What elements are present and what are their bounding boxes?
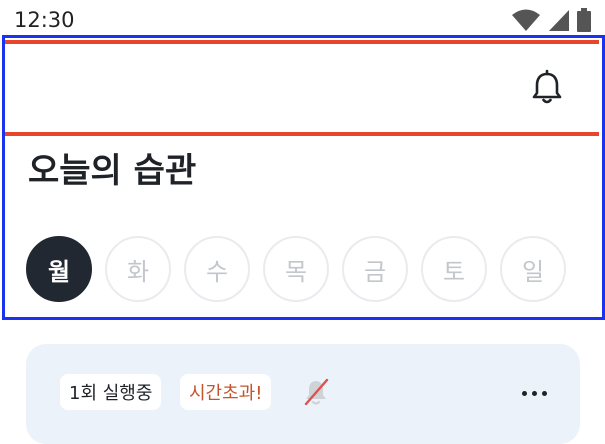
bell-icon[interactable] <box>527 68 567 108</box>
day-sunday[interactable]: 일 <box>500 236 566 302</box>
day-thursday[interactable]: 목 <box>263 236 329 302</box>
day-tuesday[interactable]: 화 <box>105 236 171 302</box>
weekday-selector: 월 화 수 목 금 토 일 <box>26 236 566 302</box>
more-horizontal-icon[interactable] <box>514 378 554 408</box>
day-monday[interactable]: 월 <box>26 236 92 302</box>
status-time: 12:30 <box>14 8 75 32</box>
page-title: 오늘의 습관 <box>28 151 197 191</box>
top-bar-outline <box>5 40 599 136</box>
status-bar: 12:30 <box>0 0 605 36</box>
habit-card[interactable]: 1회 실행중 시간초과! <box>26 344 580 444</box>
run-count-badge: 1회 실행중 <box>60 374 162 410</box>
bell-off-icon <box>304 378 329 406</box>
overtime-badge: 시간초과! <box>180 374 272 410</box>
battery-icon <box>577 8 591 32</box>
day-wednesday[interactable]: 수 <box>184 236 250 302</box>
status-icons <box>511 8 591 32</box>
day-saturday[interactable]: 토 <box>421 236 487 302</box>
cellular-signal-icon <box>549 10 569 31</box>
day-friday[interactable]: 금 <box>342 236 408 302</box>
wifi-icon <box>512 9 540 31</box>
